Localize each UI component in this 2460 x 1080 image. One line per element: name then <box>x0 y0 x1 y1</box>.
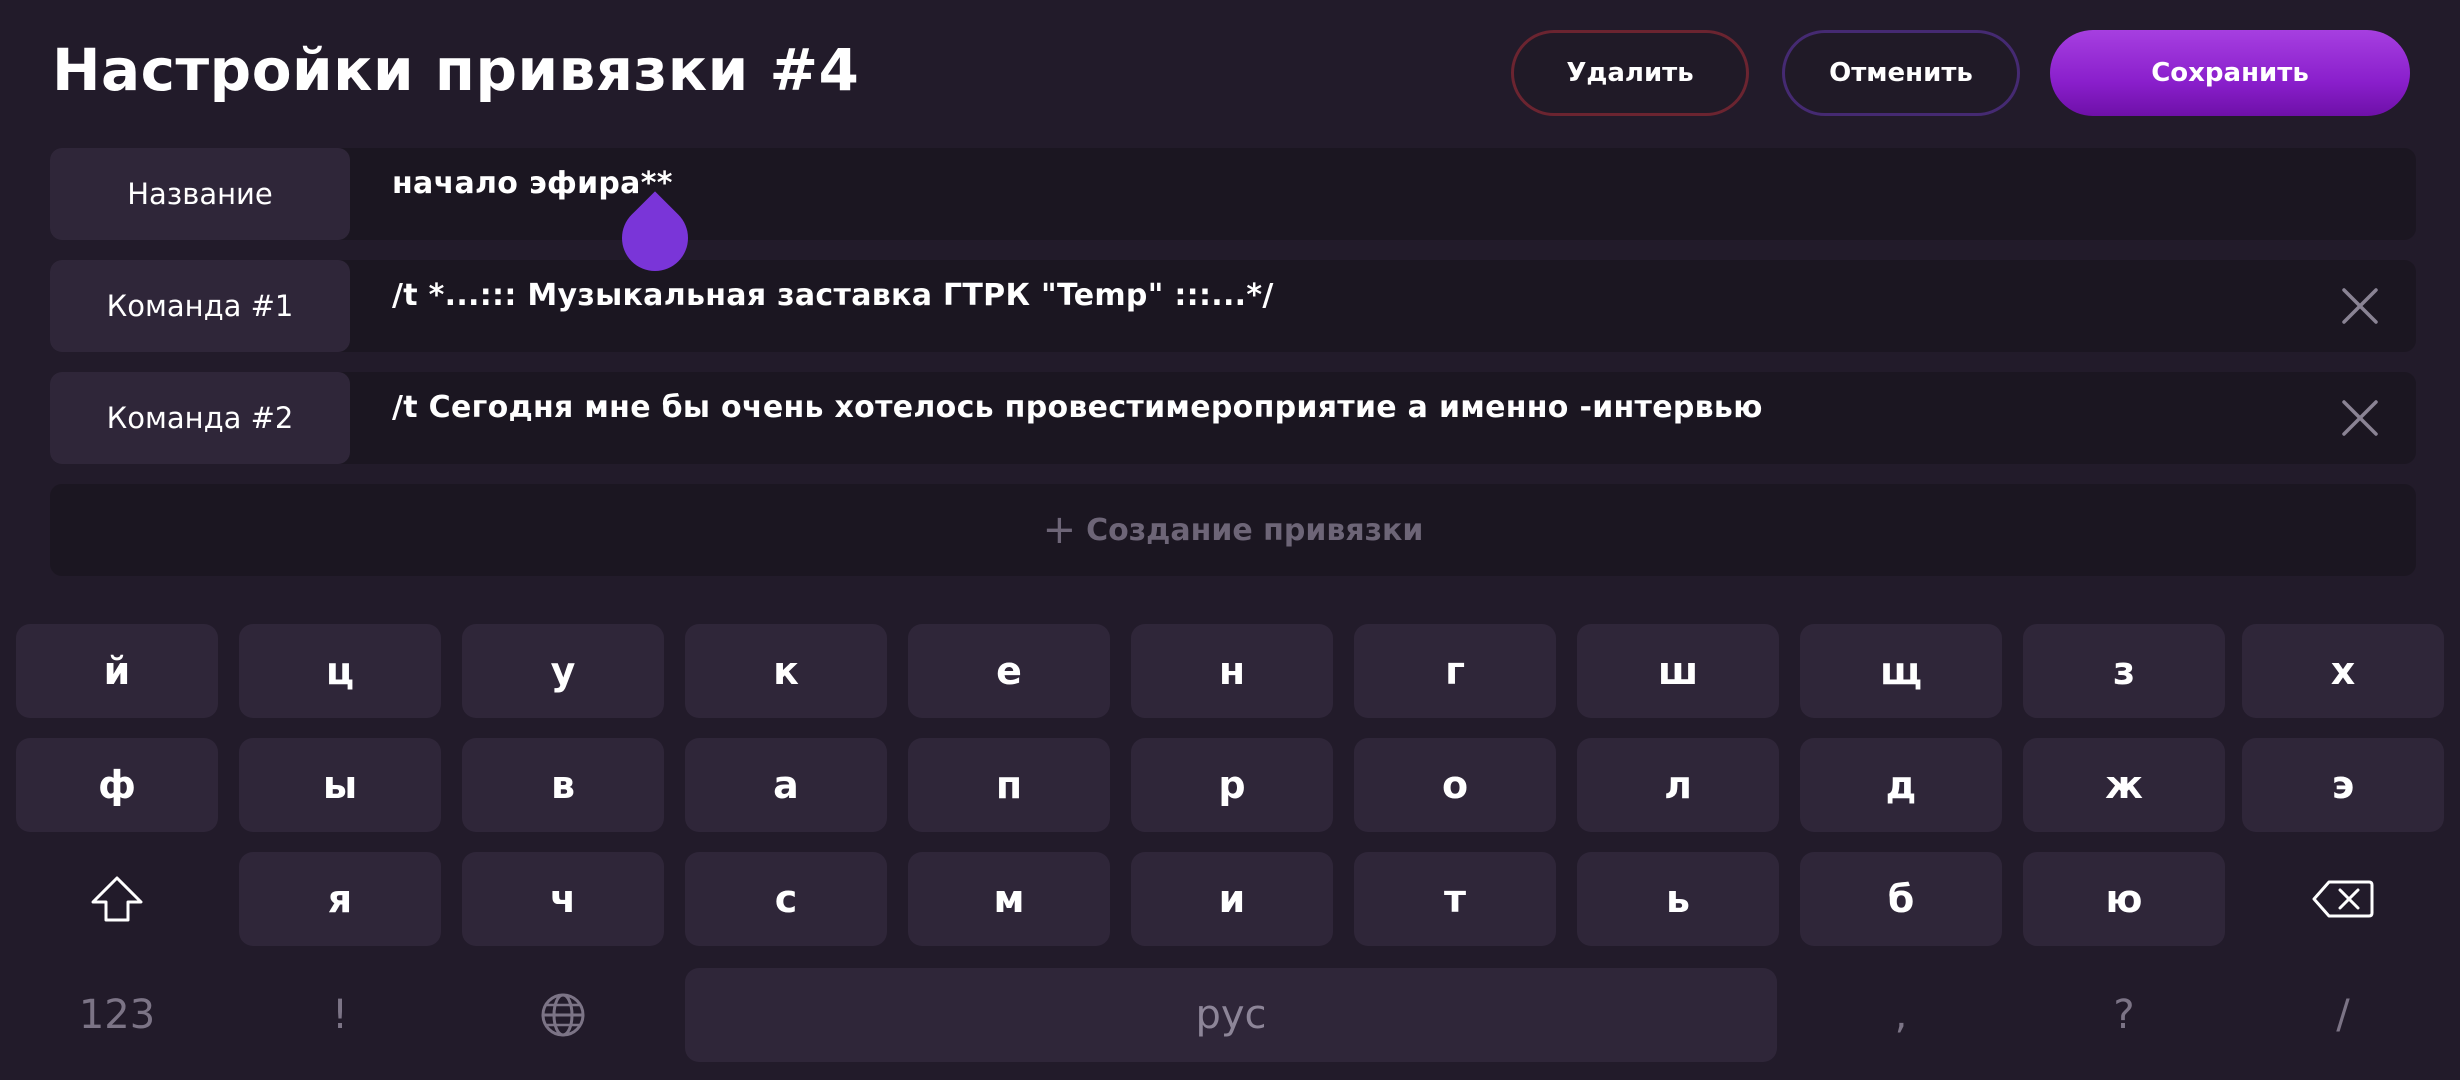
key[interactable]: р <box>1131 738 1333 832</box>
cancel-button[interactable]: Отменить <box>1782 30 2020 116</box>
backspace-key[interactable] <box>2242 852 2444 946</box>
key[interactable]: ж <box>2023 738 2225 832</box>
key[interactable]: ю <box>2023 852 2225 946</box>
plus-icon: + <box>1042 507 1077 553</box>
key[interactable]: з <box>2023 624 2225 718</box>
save-button[interactable]: Сохранить <box>2050 30 2410 116</box>
key[interactable]: я <box>239 852 441 946</box>
key[interactable]: г <box>1354 624 1556 718</box>
command-2-input[interactable]: /t Сегодня мне бы очень хотелось провест… <box>392 390 1763 425</box>
key[interactable]: и <box>1131 852 1333 946</box>
command-1-label: Команда #1 <box>50 260 350 352</box>
key[interactable]: б <box>1800 852 2002 946</box>
name-label: Название <box>50 148 350 240</box>
slash-key[interactable]: / <box>2242 968 2444 1062</box>
command-row-2[interactable]: Команда #2 /t Сегодня мне бы очень хотел… <box>50 372 2416 464</box>
key[interactable]: у <box>462 624 664 718</box>
numbers-key[interactable]: 123 <box>16 968 218 1062</box>
key[interactable]: ц <box>239 624 441 718</box>
shift-icon <box>91 876 143 922</box>
close-icon[interactable] <box>2340 286 2380 326</box>
key[interactable]: ф <box>16 738 218 832</box>
delete-button[interactable]: Удалить <box>1511 30 1749 116</box>
comma-key[interactable]: , <box>1800 968 2002 1062</box>
key[interactable]: ы <box>239 738 441 832</box>
page-title: Настройки привязки #4 <box>52 36 860 104</box>
shift-key[interactable] <box>16 852 218 946</box>
key[interactable]: л <box>1577 738 1779 832</box>
key[interactable]: с <box>685 852 887 946</box>
name-row[interactable]: Название начало эфира** <box>50 148 2416 240</box>
key[interactable]: в <box>462 738 664 832</box>
exclamation-key[interactable]: ! <box>239 968 441 1062</box>
globe-icon <box>541 993 585 1037</box>
space-key[interactable]: рус <box>685 968 1777 1062</box>
command-2-label: Команда #2 <box>50 372 350 464</box>
create-binding-button[interactable]: + Создание привязки <box>50 484 2416 576</box>
question-key[interactable]: ? <box>2023 968 2225 1062</box>
key[interactable]: ч <box>462 852 664 946</box>
key[interactable]: е <box>908 624 1110 718</box>
key[interactable]: т <box>1354 852 1556 946</box>
key[interactable]: п <box>908 738 1110 832</box>
create-binding-label: Создание привязки <box>1086 512 1424 548</box>
key[interactable]: д <box>1800 738 2002 832</box>
key[interactable]: ь <box>1577 852 1779 946</box>
key[interactable]: а <box>685 738 887 832</box>
command-row-1[interactable]: Команда #1 /t *...::: Музыкальная застав… <box>50 260 2416 352</box>
key[interactable]: н <box>1131 624 1333 718</box>
key[interactable]: ш <box>1577 624 1779 718</box>
name-input[interactable]: начало эфира** <box>392 166 673 201</box>
key[interactable]: х <box>2242 624 2444 718</box>
key[interactable]: э <box>2242 738 2444 832</box>
language-key[interactable] <box>462 968 664 1062</box>
close-icon[interactable] <box>2340 398 2380 438</box>
key[interactable]: щ <box>1800 624 2002 718</box>
command-1-input[interactable]: /t *...::: Музыкальная заставка ГТРК "Te… <box>392 278 1274 313</box>
backspace-icon <box>2312 880 2374 918</box>
key[interactable]: м <box>908 852 1110 946</box>
key[interactable]: й <box>16 624 218 718</box>
key[interactable]: к <box>685 624 887 718</box>
key[interactable]: о <box>1354 738 1556 832</box>
